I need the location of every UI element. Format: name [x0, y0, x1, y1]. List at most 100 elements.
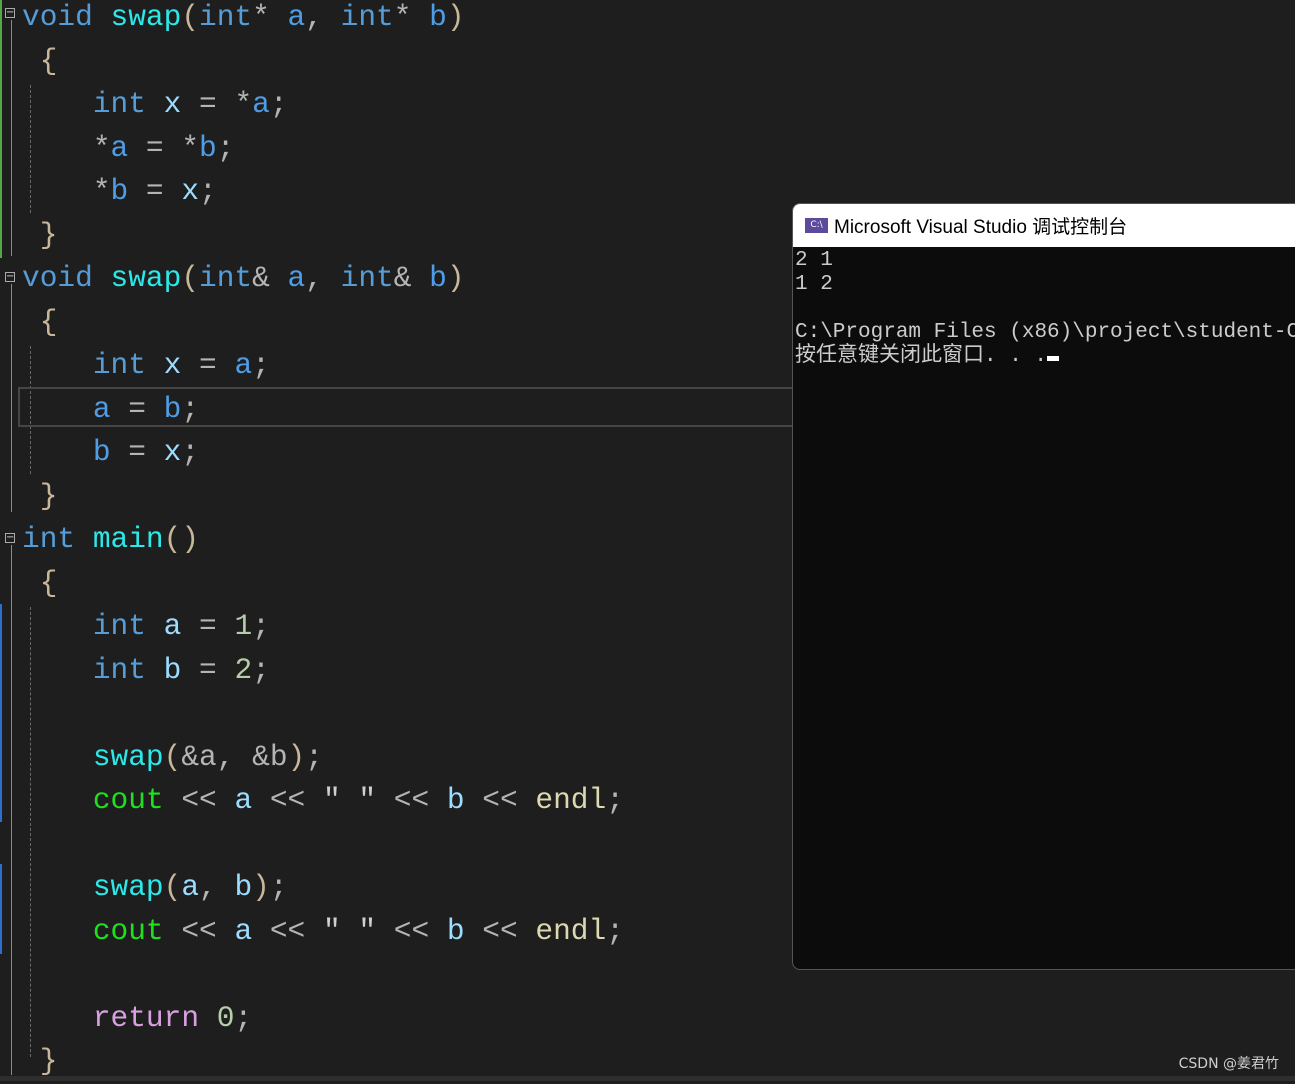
- horizontal-scrollbar[interactable]: [0, 1076, 1295, 1081]
- code-token: }: [22, 1044, 58, 1078]
- code-token: <<: [376, 913, 447, 948]
- code-line[interactable]: [22, 953, 624, 997]
- code-token: ,: [199, 870, 235, 904]
- code-token: b: [234, 870, 253, 904]
- code-line[interactable]: swap(&a, &b);: [22, 736, 624, 780]
- code-token: a: [110, 130, 129, 165]
- code-token: ): [446, 261, 465, 295]
- code-line[interactable]: [22, 692, 624, 736]
- code-line[interactable]: {: [22, 562, 624, 606]
- code-line[interactable]: {: [22, 301, 624, 345]
- code-token: *: [92, 174, 111, 208]
- code-line[interactable]: swap(a, b);: [22, 866, 624, 910]
- code-text[interactable]: void swap(int* a, int* b) { int x = *a; …: [22, 0, 624, 1084]
- code-token: ;: [252, 348, 270, 382]
- code-token: <<: [163, 913, 235, 948]
- code-line[interactable]: a = b;: [22, 388, 624, 432]
- code-token: ;: [216, 130, 235, 165]
- code-token: endl: [535, 783, 607, 817]
- code-token: ;: [305, 739, 323, 774]
- code-line[interactable]: *b = x;: [22, 170, 624, 214]
- code-token: ): [287, 739, 306, 774]
- code-line[interactable]: cout << a << " " << b << endl;: [22, 910, 624, 954]
- code-token: =: [181, 652, 235, 687]
- code-token: int: [340, 261, 394, 295]
- code-token: void: [22, 0, 93, 34]
- code-line[interactable]: int main(): [22, 518, 624, 562]
- code-token: int: [22, 522, 76, 556]
- collapse-icon[interactable]: −: [5, 272, 15, 282]
- console-output-text: 2 1 1 2 C:\Program Files (x86)\project\s…: [795, 249, 1295, 368]
- code-token: return: [92, 1000, 200, 1035]
- console-output: 2 1 1 2 C:\Program Files (x86)\project\s…: [793, 247, 1295, 369]
- code-line[interactable]: int a = 1;: [22, 605, 624, 649]
- code-line[interactable]: cout << a << " " << b << endl;: [22, 779, 624, 823]
- debug-console-window[interactable]: C:\ Microsoft Visual Studio 调试控制台 2 1 1 …: [792, 203, 1295, 970]
- code-token: int: [92, 87, 146, 121]
- code-token: 2: [234, 652, 253, 687]
- code-token: ;: [181, 435, 200, 469]
- code-token: (: [163, 870, 182, 904]
- code-token: <<: [163, 783, 235, 817]
- code-token: {: [22, 43, 58, 78]
- code-token: b: [429, 261, 447, 295]
- code-token: int: [199, 261, 253, 295]
- code-token: void: [22, 261, 93, 295]
- code-line[interactable]: *a = *b;: [22, 127, 624, 171]
- code-line[interactable]: return 0;: [22, 997, 624, 1041]
- fold-line: [11, 20, 12, 256]
- code-token: a: [92, 391, 111, 426]
- code-line[interactable]: b = x;: [22, 431, 624, 475]
- code-token: <<: [252, 783, 323, 817]
- code-line[interactable]: int x = a;: [22, 344, 624, 388]
- code-token: ;: [252, 609, 270, 643]
- code-token: ;: [181, 391, 200, 426]
- code-token: =: [128, 130, 182, 165]
- code-line[interactable]: {: [22, 40, 624, 84]
- code-token: <<: [464, 913, 536, 948]
- code-token: 1: [234, 609, 253, 643]
- code-line[interactable]: int x = *a;: [22, 83, 624, 127]
- change-indicator-saved: [0, 0, 2, 258]
- console-app-icon: C:\: [805, 218, 828, 233]
- code-token: a: [287, 0, 306, 34]
- code-token: =: [128, 174, 182, 208]
- code-line[interactable]: [22, 823, 624, 867]
- code-token: =: [110, 391, 164, 426]
- code-line[interactable]: void swap(int& a, int& b): [22, 257, 624, 301]
- code-token: &: [252, 261, 270, 295]
- code-token: ;: [269, 870, 288, 904]
- code-token: x: [163, 435, 182, 469]
- code-line[interactable]: int b = 2;: [22, 649, 624, 693]
- code-token: <<: [376, 783, 447, 817]
- collapse-icon[interactable]: −: [5, 533, 15, 543]
- code-token: swap: [110, 261, 182, 295]
- code-token: }: [22, 217, 58, 252]
- fold-line: [11, 545, 12, 1075]
- collapse-icon[interactable]: −: [5, 8, 15, 18]
- code-token: ,: [216, 739, 253, 774]
- code-token: int: [92, 348, 146, 382]
- code-line[interactable]: void swap(int* a, int* b): [22, 0, 624, 40]
- code-token: int: [340, 0, 394, 34]
- code-token: *: [234, 87, 253, 121]
- code-token: main: [92, 522, 164, 556]
- code-line[interactable]: }: [22, 214, 624, 258]
- console-title-bar[interactable]: C:\ Microsoft Visual Studio 调试控制台: [793, 204, 1295, 247]
- code-line[interactable]: }: [22, 475, 624, 519]
